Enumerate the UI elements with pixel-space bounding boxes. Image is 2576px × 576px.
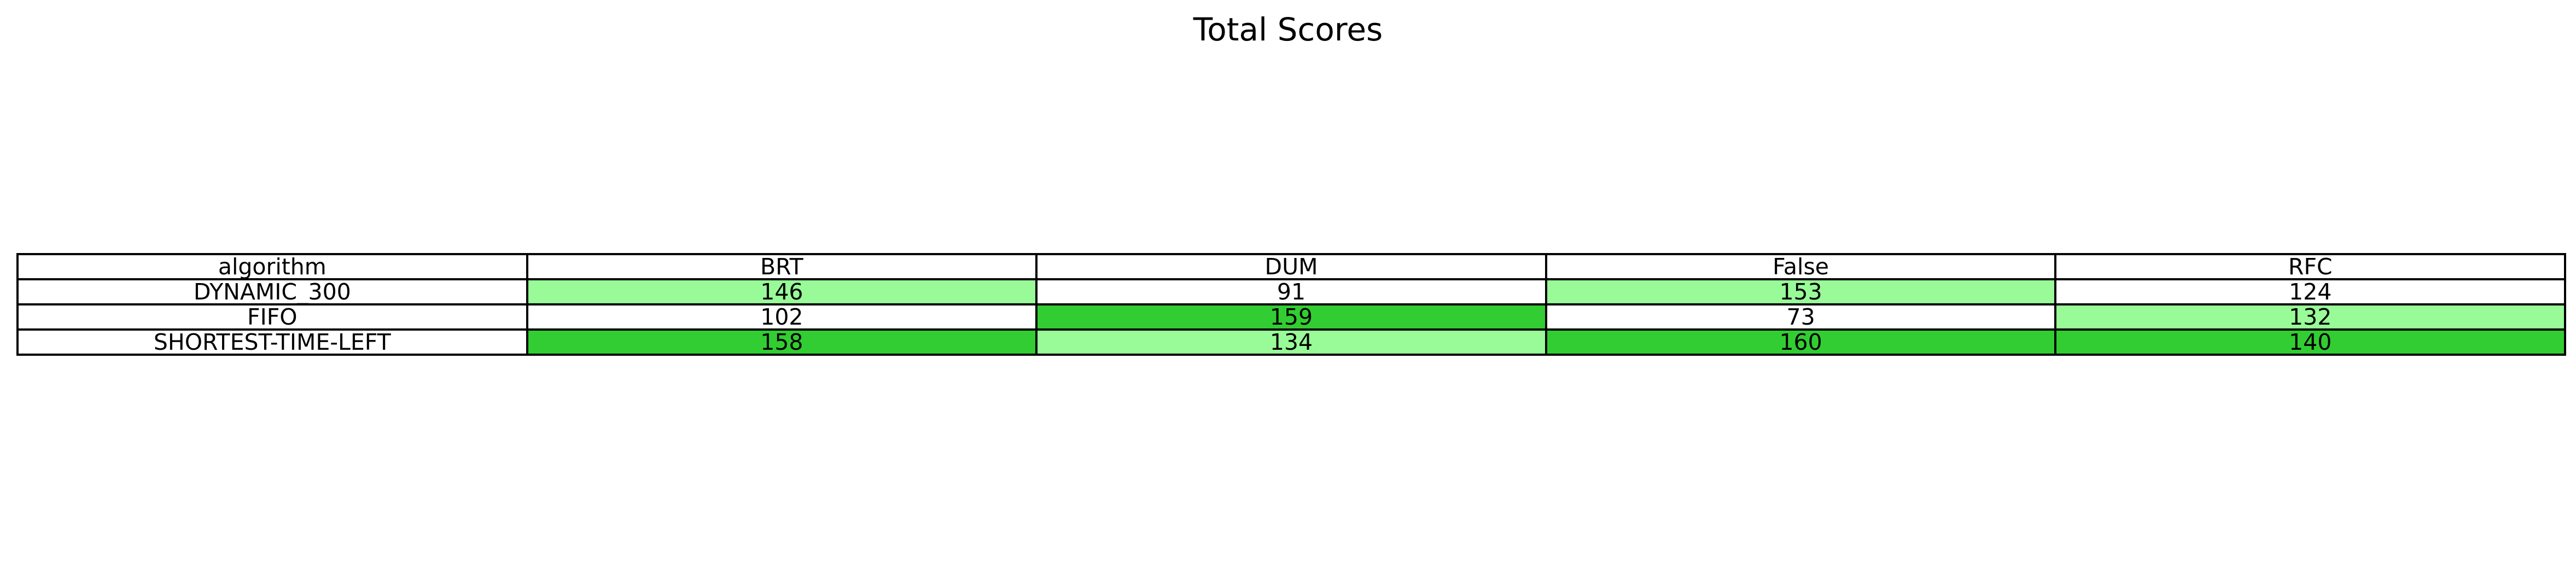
- table-header-row: algorithm BRT DUM False RFC: [16, 253, 2566, 280]
- chart-title: Total Scores: [1193, 11, 1383, 48]
- score-cell: 158: [526, 328, 1038, 356]
- score-table-body: algorithm BRT DUM False RFC DYNAMIC_300 1…: [16, 253, 2566, 356]
- table-row: DYNAMIC_300 146 91 153 124: [16, 278, 2566, 305]
- score-table: algorithm BRT DUM False RFC DYNAMIC_300 1…: [16, 253, 2566, 356]
- score-cell: 132: [2054, 303, 2566, 331]
- row-label-cell: DYNAMIC_300: [16, 278, 528, 305]
- table-row: SHORTEST-TIME-LEFT 158 134 160 140: [16, 328, 2566, 356]
- score-cell: 159: [1035, 303, 1547, 331]
- header-cell-brt: BRT: [526, 253, 1038, 280]
- score-cell: 102: [526, 303, 1038, 331]
- header-cell-dum: DUM: [1035, 253, 1547, 280]
- score-cell: 124: [2054, 278, 2566, 305]
- score-cell: 146: [526, 278, 1038, 305]
- score-cell: 73: [1545, 303, 2057, 331]
- score-cell: 153: [1545, 278, 2057, 305]
- table-row: FIFO 102 159 73 132: [16, 303, 2566, 331]
- score-cell: 160: [1545, 328, 2057, 356]
- header-cell-rfc: RFC: [2054, 253, 2566, 280]
- row-label-cell: FIFO: [16, 303, 528, 331]
- score-cell: 140: [2054, 328, 2566, 356]
- header-cell-false: False: [1545, 253, 2057, 280]
- score-cell: 134: [1035, 328, 1547, 356]
- row-label-cell: SHORTEST-TIME-LEFT: [16, 328, 528, 356]
- header-cell-algorithm: algorithm: [16, 253, 528, 280]
- score-cell: 91: [1035, 278, 1547, 305]
